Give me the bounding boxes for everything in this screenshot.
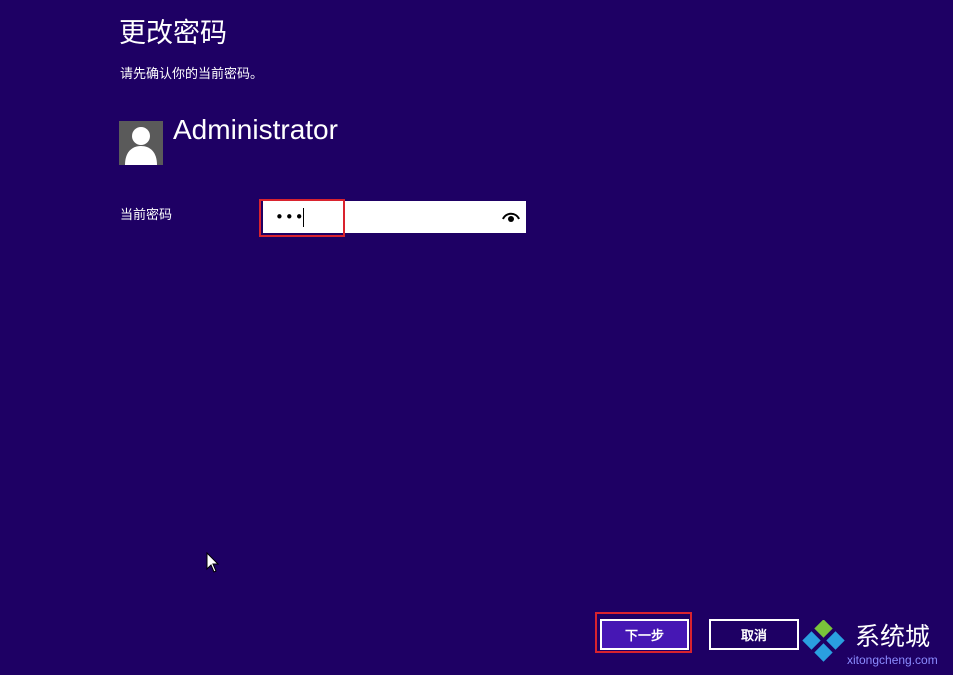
text-caret [303, 208, 304, 227]
cancel-button[interactable]: 取消 [709, 619, 799, 650]
page-title: 更改密码 [119, 18, 227, 49]
page-subtitle: 请先确认你的当前密码。 [120, 67, 264, 82]
next-button[interactable]: 下一步 [600, 619, 689, 650]
user-avatar [119, 121, 163, 165]
current-password-label: 当前密码 [120, 208, 173, 223]
reveal-password-button[interactable] [496, 201, 526, 233]
mouse-pointer-icon [206, 552, 220, 573]
eye-icon [502, 212, 520, 222]
watermark-brand: 系统城 [855, 622, 931, 651]
current-password-box [263, 201, 526, 233]
current-password-input[interactable] [263, 201, 493, 233]
diamond-logo-icon [802, 620, 845, 662]
user-name: Administrator [173, 114, 338, 145]
watermark-url: xitongcheng.com [847, 653, 938, 667]
user-silhouette-icon [125, 127, 157, 165]
watermark: 系统城 xitongcheng.com [799, 618, 953, 674]
